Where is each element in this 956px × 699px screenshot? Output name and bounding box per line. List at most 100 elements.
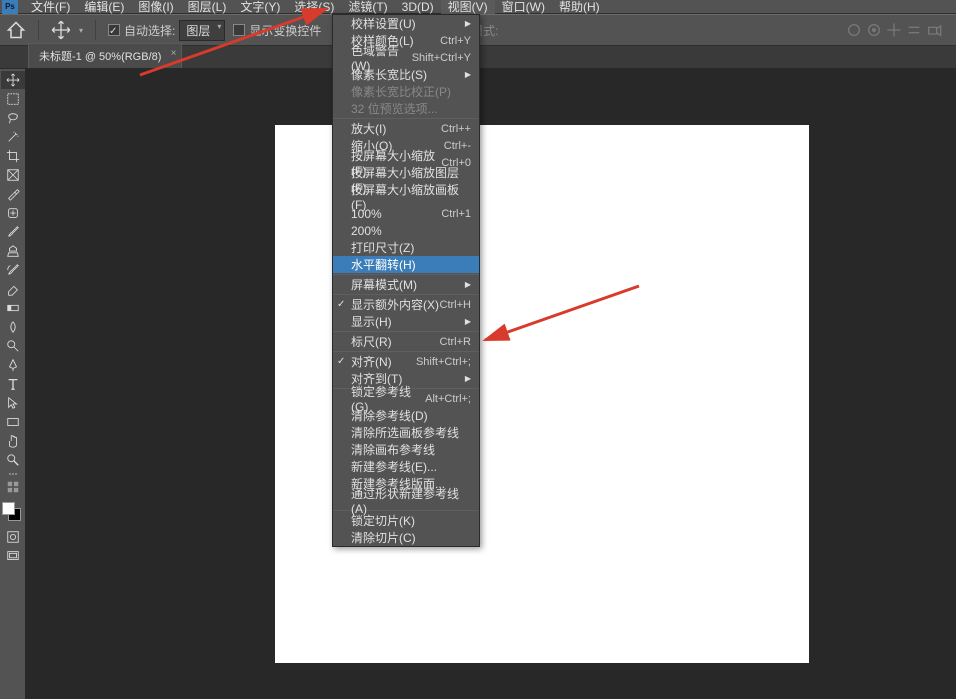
menu-item-label: 清除所选画板参考线 — [351, 424, 459, 441]
blur-tool[interactable] — [1, 318, 25, 336]
close-tab-icon[interactable]: × — [171, 48, 177, 59]
menubar-item[interactable]: 图像(I) — [131, 0, 180, 14]
menu-item[interactable]: 清除画布参考线 — [333, 441, 479, 458]
menu-item[interactable]: 打印尺寸(Z) — [333, 239, 479, 256]
menubar-item[interactable]: 帮助(H) — [552, 0, 607, 14]
menu-item-label: 显示(H) — [351, 313, 392, 330]
pen-tool[interactable] — [1, 356, 25, 374]
history-brush-tool[interactable] — [1, 261, 25, 279]
menu-item[interactable]: ✓对齐(N)Shift+Ctrl+; — [333, 353, 479, 370]
menubar-item[interactable]: 3D(D) — [395, 0, 441, 14]
crop-tool[interactable] — [1, 147, 25, 165]
rectangle-tool[interactable] — [1, 413, 25, 431]
menu-shortcut: Alt+Ctrl+; — [425, 393, 471, 405]
menu-shortcut: Ctrl+H — [440, 299, 471, 311]
menu-item[interactable]: 按屏幕大小缩放画板(F) — [333, 188, 479, 205]
eyedropper-tool[interactable] — [1, 185, 25, 203]
menu-item[interactable]: 校样设置(U)▶ — [333, 15, 479, 32]
clone-stamp-tool[interactable] — [1, 242, 25, 260]
move-tool-indicator[interactable] — [51, 20, 71, 40]
menu-item[interactable]: 清除所选画板参考线 — [333, 424, 479, 441]
marquee-tool[interactable] — [1, 90, 25, 108]
dropdown-arrow[interactable]: ▾ — [79, 26, 83, 35]
eraser-tool[interactable] — [1, 280, 25, 298]
quick-mask-tool[interactable] — [1, 528, 25, 546]
3d-camera-icon[interactable] — [926, 22, 942, 38]
menubar-item[interactable]: 文件(F) — [24, 0, 77, 14]
menu-separator — [333, 118, 479, 119]
menu-item-label: 200% — [351, 224, 382, 238]
color-swatches[interactable] — [2, 502, 22, 522]
menu-item[interactable]: 清除切片(C) — [333, 529, 479, 546]
canvas-area[interactable] — [26, 69, 956, 699]
menu-item: 32 位预览选项... — [333, 100, 479, 117]
3d-orbit-icon[interactable] — [846, 22, 862, 38]
check-icon: ✓ — [337, 299, 345, 310]
layer-dropdown[interactable]: 图层 — [179, 20, 225, 41]
menubar-item[interactable]: 滤镜(T) — [341, 0, 394, 14]
healing-brush-tool[interactable] — [1, 204, 25, 222]
3d-pan-icon[interactable] — [886, 22, 902, 38]
menu-shortcut: Ctrl+Y — [440, 35, 471, 47]
magic-wand-tool[interactable] — [1, 128, 25, 146]
lasso-tool[interactable] — [1, 109, 25, 127]
show-transform-group: 显示变换控件 — [233, 22, 321, 39]
frame-tool[interactable] — [1, 166, 25, 184]
menu-item[interactable]: 新建参考线(E)... — [333, 458, 479, 475]
menu-item[interactable]: 200% — [333, 222, 479, 239]
menu-item-label: 新建参考线(E)... — [351, 458, 437, 475]
edit-toolbar[interactable] — [1, 478, 25, 496]
menu-item[interactable]: 色域警告(W)Shift+Ctrl+Y — [333, 49, 479, 66]
auto-select-group: 自动选择: 图层 — [108, 20, 225, 41]
menu-item[interactable]: ✓ 显示额外内容(X)Ctrl+H — [333, 296, 479, 313]
menu-item[interactable]: 放大(I)Ctrl++ — [333, 120, 479, 137]
menu-item[interactable]: 水平翻转(H) — [333, 256, 479, 273]
foreground-color[interactable] — [2, 502, 15, 515]
menubar-item[interactable]: 窗口(W) — [495, 0, 552, 14]
zoom-tool[interactable] — [1, 451, 25, 469]
menu-item-label: 32 位预览选项... — [351, 100, 438, 117]
document-tab[interactable]: 未标题-1 @ 50%(RGB/8) × — [28, 43, 182, 68]
menu-shortcut: Shift+Ctrl+Y — [412, 52, 471, 64]
home-button[interactable] — [6, 20, 26, 40]
document-tab-title: 未标题-1 @ 50%(RGB/8) — [39, 51, 161, 63]
dodge-tool[interactable] — [1, 337, 25, 355]
3d-slide-icon[interactable] — [906, 22, 922, 38]
path-selection-tool[interactable] — [1, 394, 25, 412]
submenu-arrow-icon: ▶ — [465, 317, 471, 326]
menu-item-label: 像素长宽比校正(P) — [351, 83, 451, 100]
move-tool[interactable] — [1, 71, 25, 89]
menu-item[interactable]: 锁定切片(K) — [333, 512, 479, 529]
menubar-item[interactable]: 编辑(E) — [77, 0, 131, 14]
toolbox-more[interactable] — [0, 470, 25, 478]
type-tool[interactable] — [1, 375, 25, 393]
3d-roll-icon[interactable] — [866, 22, 882, 38]
menu-item[interactable]: 标尺(R)Ctrl+R — [333, 333, 479, 350]
menu-item-label: 显示额外内容(X) — [351, 296, 439, 313]
menu-item[interactable]: 通过形状新建参考线(A) — [333, 492, 479, 509]
menu-item[interactable]: 像素长宽比(S)▶ — [333, 66, 479, 83]
screen-mode-tool[interactable] — [1, 547, 25, 565]
show-transform-checkbox[interactable] — [233, 24, 245, 36]
menu-item: 像素长宽比校正(P) — [333, 83, 479, 100]
menubar-item[interactable]: 图层(L) — [181, 0, 234, 14]
menubar-item[interactable]: 选择(S) — [287, 0, 341, 14]
menu-item-label: 水平翻转(H) — [351, 256, 416, 273]
menubar-item[interactable]: 文字(Y) — [233, 0, 287, 14]
menu-item[interactable]: 显示(H) ▶ — [333, 313, 479, 330]
submenu-arrow-icon: ▶ — [465, 374, 471, 383]
hand-tool[interactable] — [1, 432, 25, 450]
menu-item[interactable]: 锁定参考线(G)Alt+Ctrl+; — [333, 390, 479, 407]
menubar-item[interactable]: 视图(V) — [441, 0, 495, 14]
auto-select-checkbox[interactable] — [108, 24, 120, 36]
menu-item-label: 对齐(N) — [351, 353, 392, 370]
menu-item[interactable]: 屏幕模式(M)▶ — [333, 276, 479, 293]
menu-item-label: 锁定切片(K) — [351, 512, 415, 529]
brush-tool[interactable] — [1, 223, 25, 241]
menu-item-label: 清除画布参考线 — [351, 441, 435, 458]
show-transform-label: 显示变换控件 — [249, 22, 321, 39]
menu-item[interactable]: 清除参考线(D) — [333, 407, 479, 424]
menu-item[interactable]: 100%Ctrl+1 — [333, 205, 479, 222]
menu-separator — [333, 351, 479, 352]
gradient-tool[interactable] — [1, 299, 25, 317]
